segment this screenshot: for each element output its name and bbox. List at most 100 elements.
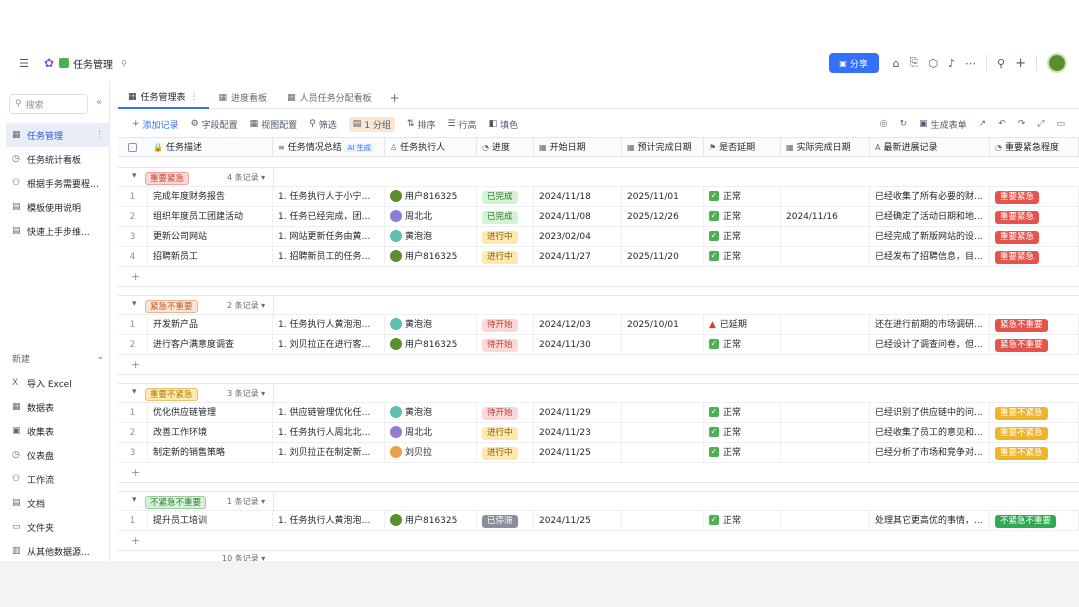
table-cell[interactable]: 2024/11/29 (534, 402, 622, 423)
table-cell[interactable]: 1. 任务已经完成，团特... (273, 206, 385, 227)
table-cell[interactable]: 2024/11/16 (781, 206, 870, 227)
ai-icon[interactable]: ◎ (880, 119, 888, 129)
new-item[interactable]: ▤ 文档 (6, 491, 110, 515)
new-item[interactable]: ▣ 收集表 (6, 419, 110, 443)
tab[interactable]: ▦ 人员任务分配看板 (277, 87, 382, 109)
table-cell[interactable]: 进行中 (477, 422, 534, 443)
sort-button[interactable]: ⇅ 排序 (407, 118, 436, 131)
new-item[interactable]: X 导入 Excel (6, 371, 110, 395)
chevron-down-icon[interactable]: ▾ (132, 299, 137, 309)
table-cell[interactable]: 2023/02/04 (534, 226, 622, 247)
undo-icon[interactable]: ↶ (998, 119, 1006, 129)
column-header[interactable]: ◔ 进度 (477, 138, 534, 157)
table-cell[interactable]: 提升员工培训 (148, 510, 273, 531)
column-header[interactable]: ▦ 预计完成日期 (622, 138, 704, 157)
table-cell[interactable]: 紧急不重要 (990, 314, 1079, 335)
new-section-header[interactable]: 新建 ⌄ (12, 352, 104, 365)
table-cell[interactable]: 用户816325 (385, 186, 477, 207)
pin-icon[interactable]: ⚲ (121, 59, 127, 68)
tab-more-icon[interactable]: ⋮ (190, 92, 199, 102)
table-cell[interactable]: 周北北 (385, 206, 477, 227)
collapse-menu-icon[interactable]: ☰ (18, 57, 30, 70)
table-cell[interactable]: 更新公司网站 (148, 226, 273, 247)
table-cell[interactable]: 已经设计了调查问卷，但... (870, 334, 990, 355)
table-cell[interactable]: 2025/12/26 (622, 206, 704, 227)
column-header[interactable]: ◔ 重要紧急程度 (990, 138, 1079, 157)
table-cell[interactable]: 组织年度员工团建活动 (148, 206, 273, 227)
row-index[interactable]: 3 (118, 442, 148, 463)
table-cell[interactable]: 1. 任务执行人周北北正... (273, 422, 385, 443)
table-cell[interactable]: 1. 网站更新任务由黄泡... (273, 226, 385, 247)
column-header[interactable]: ▦ 实际完成日期 (781, 138, 870, 157)
column-header[interactable]: ▦ 开始日期 (534, 138, 622, 157)
more-icon[interactable]: ⋯ (965, 57, 976, 70)
table-cell[interactable]: 紧急不重要 (990, 334, 1079, 355)
table-cell[interactable]: 2024/11/27 (534, 246, 622, 267)
table-cell[interactable]: 进行客户满意度调查 (148, 334, 273, 355)
generate-form-button[interactable]: ▣ 生成表单 (919, 118, 967, 131)
table-cell[interactable]: 还在进行前期的市场调研... (870, 314, 990, 335)
chevron-down-icon[interactable]: ▾ (132, 171, 137, 181)
row-height-button[interactable]: ☰ 行高 (447, 118, 476, 131)
row-index[interactable]: 1 (118, 186, 148, 207)
row-index[interactable]: 1 (118, 510, 148, 531)
add-row-button[interactable]: + (118, 531, 1079, 551)
fill-color-button[interactable]: ◧ 填色 (489, 118, 519, 131)
table-row[interactable]: 1 优化供应链管理 1. 供应链管理优化任务... 黄泡泡 待开始 2024/11/29 ✓… (118, 402, 1079, 423)
collapse-sidebar-icon[interactable]: « (96, 97, 102, 108)
table-cell[interactable]: 待开始 (477, 334, 534, 355)
table-cell[interactable] (781, 186, 870, 207)
table-cell[interactable]: 改善工作环境 (148, 422, 273, 443)
table-cell[interactable] (781, 402, 870, 423)
avatar[interactable] (1047, 53, 1067, 73)
table-cell[interactable] (781, 246, 870, 267)
sidebar-item[interactable]: ⚇ 根据手务需要程度... (6, 171, 110, 195)
sidebar-item[interactable]: ▤ 快速上手步维... (6, 219, 110, 243)
table-cell[interactable]: 重要紧急 (990, 226, 1079, 247)
table-cell[interactable]: 2024/11/30 (534, 334, 622, 355)
table-cell[interactable]: 已经收集了所有必要的财... (870, 186, 990, 207)
bell-icon[interactable]: ♪ (948, 57, 955, 70)
table-cell[interactable] (622, 510, 704, 531)
table-cell[interactable]: ✓ 正常 (704, 442, 781, 463)
tab[interactable]: ▦ 进度看板 (209, 87, 278, 109)
row-index[interactable]: 2 (118, 334, 148, 355)
table-cell[interactable]: 进行中 (477, 442, 534, 463)
table-cell[interactable]: ✓ 正常 (704, 226, 781, 247)
table-cell[interactable]: 2024/11/08 (534, 206, 622, 227)
table-cell[interactable]: 处理其它更高优的事情，... (870, 510, 990, 531)
table-cell[interactable]: 黄泡泡 (385, 314, 477, 335)
table-cell[interactable]: 用户816325 (385, 334, 477, 355)
table-cell[interactable]: 已经发布了招聘信息，目... (870, 246, 990, 267)
table-cell[interactable]: 2024/11/25 (534, 510, 622, 531)
table-cell[interactable]: ✓ 正常 (704, 510, 781, 531)
table-cell[interactable]: 开发新产品 (148, 314, 273, 335)
table-cell[interactable]: 2024/12/03 (534, 314, 622, 335)
row-index[interactable]: 1 (118, 314, 148, 335)
table-cell[interactable]: 重要紧急 (990, 186, 1079, 207)
sidebar-item[interactable]: ▦ 任务管理 ⋮ (6, 123, 110, 147)
sidebar-item[interactable]: ▤ 模板使用说明 (6, 195, 110, 219)
table-row[interactable]: 2 组织年度员工团建活动 1. 任务已经完成，团特... 周北北 已完成 2024/11/… (118, 206, 1079, 227)
table-row[interactable]: 4 招聘新员工 1. 招聘新员工的任务正... 用户816325 进行中 2024/11/… (118, 246, 1079, 267)
table-cell[interactable] (622, 334, 704, 355)
more-icon[interactable]: ⋮ (95, 130, 104, 140)
table-cell[interactable]: 2024/11/25 (534, 442, 622, 463)
table-row[interactable]: 1 完成年度财务报告 1. 任务执行人于小宁正... 用户816325 已完成 2024/… (118, 186, 1079, 207)
table-cell[interactable]: 用户816325 (385, 246, 477, 267)
new-item[interactable]: ◷ 仪表盘 (6, 443, 110, 467)
new-item[interactable]: ▦ 数据表 (6, 395, 110, 419)
table-cell[interactable]: 2025/11/20 (622, 246, 704, 267)
table-cell[interactable]: ✓ 正常 (704, 402, 781, 423)
tab[interactable]: ▦ 任务管理表 ⋮ (118, 87, 209, 109)
table-cell[interactable]: 1. 刘贝拉正在进行客户... (273, 334, 385, 355)
table-cell[interactable]: 2024/11/18 (534, 186, 622, 207)
row-index[interactable]: 2 (118, 422, 148, 443)
table-cell[interactable]: 1. 任务执行人黄泡泡已... (273, 314, 385, 335)
search-icon[interactable]: ⚲ (997, 57, 1005, 70)
table-row[interactable]: 3 制定新的销售策略 1. 刘贝拉正在制定新的... 刘贝拉 进行中 2024/11/25… (118, 442, 1079, 463)
table-cell[interactable]: ✓ 正常 (704, 246, 781, 267)
table-cell[interactable] (781, 334, 870, 355)
copy-icon[interactable]: ⎘ (910, 56, 919, 70)
plugin-icon[interactable]: ⬡ (928, 57, 938, 70)
